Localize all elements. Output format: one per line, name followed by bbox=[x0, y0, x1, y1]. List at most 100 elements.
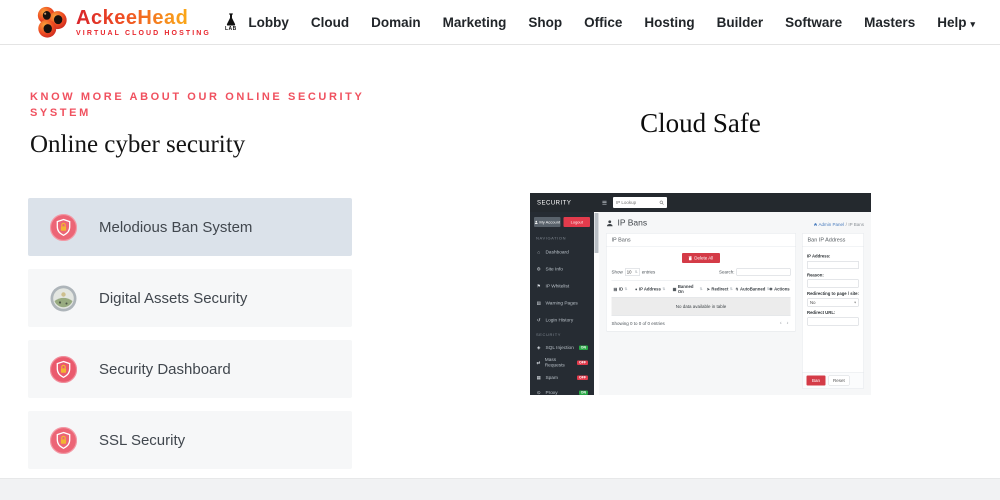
page-length-select[interactable]: 10 ⇅ bbox=[625, 268, 640, 276]
list-icon: ▤ bbox=[614, 287, 618, 292]
menu-icon[interactable]: ≡ bbox=[602, 198, 607, 207]
brand-name: AckeeHead bbox=[76, 8, 211, 28]
pagination-prev[interactable]: ‹ bbox=[780, 321, 782, 327]
nav-item-masters[interactable]: Masters bbox=[864, 15, 915, 30]
sidebar-item-sql-injection[interactable]: ◈ SQL Injection ON bbox=[530, 340, 594, 355]
sidebar-item-warning-pages[interactable]: ▤ Warning Pages bbox=[530, 295, 594, 312]
feature-item-melodious-ban-system[interactable]: Melodious Ban System bbox=[28, 198, 352, 256]
nav-item-help[interactable]: Help▾ bbox=[937, 15, 975, 30]
nav-item-builder[interactable]: Builder bbox=[717, 15, 764, 30]
pagination-next[interactable]: › bbox=[787, 321, 789, 327]
brand-tagline: VIRTUAL CLOUD HOSTING bbox=[76, 30, 211, 37]
show-label: Show bbox=[612, 270, 623, 275]
sort-icon: ⇅ bbox=[662, 287, 665, 291]
reset-button[interactable]: Reset bbox=[829, 376, 850, 386]
arrows-icon: ⇄ bbox=[536, 360, 541, 366]
ban-ip-card: Ban IP Address IP Address: Reason: Redir… bbox=[802, 233, 864, 389]
nav-item-lobby[interactable]: Lobby bbox=[248, 15, 289, 30]
delete-all-button[interactable]: Delete All bbox=[682, 253, 720, 263]
nav-item-shop[interactable]: Shop bbox=[528, 15, 562, 30]
table-controls: Show 10 ⇅ entries Search: bbox=[612, 268, 791, 276]
table-footer: Showing 0 to 0 of 0 entries ‹ › bbox=[612, 316, 791, 326]
sort-icon: ⇅ bbox=[625, 287, 628, 291]
search-icon[interactable] bbox=[659, 200, 664, 205]
feature-item-security-dashboard[interactable]: Security Dashboard bbox=[28, 340, 352, 398]
my-account-label: My Account bbox=[539, 220, 560, 225]
dashboard-screenshot: SECURITY ≡ My Acco bbox=[530, 193, 871, 395]
column-header-actions[interactable]: ✱Actions bbox=[767, 281, 790, 297]
next-section-edge bbox=[0, 478, 1000, 500]
brand-logo[interactable]: AckeeHead VIRTUAL CLOUD HOSTING bbox=[35, 5, 211, 39]
brand-text: AckeeHead VIRTUAL CLOUD HOSTING bbox=[76, 8, 211, 37]
my-account-button[interactable]: My Account bbox=[534, 217, 561, 227]
ip-address-field[interactable] bbox=[807, 261, 859, 269]
ban-button[interactable]: Ban bbox=[807, 376, 826, 386]
sidebar-item-label: Warning Pages bbox=[546, 300, 578, 306]
breadcrumb-admin-panel[interactable]: Admin Panel bbox=[814, 222, 845, 227]
lab-flask-icon[interactable]: LAB bbox=[225, 13, 237, 32]
flask-icon bbox=[226, 13, 236, 26]
feature-item-digital-assets-security[interactable]: Digital Assets Security bbox=[28, 269, 352, 327]
nav-item-marketing[interactable]: Marketing bbox=[443, 15, 507, 30]
feature-label: SSL Security bbox=[99, 432, 185, 449]
breadcrumb-current: IP Bans bbox=[848, 222, 864, 227]
redirect-url-label: Redirect URL: bbox=[807, 310, 859, 315]
ackee-fruit-icon bbox=[35, 5, 69, 39]
ip-bans-card-body: Delete All Show 10 ⇅ bbox=[607, 247, 796, 331]
sidebar-item-spam[interactable]: ▦ Spam OFF bbox=[530, 370, 594, 385]
nav-item-hosting[interactable]: Hosting bbox=[644, 15, 694, 30]
feature-label: Security Dashboard bbox=[99, 361, 231, 378]
home-icon: ⌂ bbox=[536, 250, 542, 255]
preview-title: Cloud Safe bbox=[530, 108, 871, 139]
column-header-banned-on[interactable]: ▦Banned On⇅ bbox=[671, 281, 705, 297]
table-search-input[interactable] bbox=[737, 268, 791, 276]
file-icon: ▤ bbox=[536, 300, 542, 306]
breadcrumb: Admin Panel / IP Bans bbox=[814, 222, 864, 228]
ip-lookup-input[interactable] bbox=[616, 200, 660, 205]
sidebar-item-ip-whitelist[interactable]: ⚑ IP Whitelist bbox=[530, 278, 594, 295]
table-empty-message: No data available in table bbox=[612, 298, 791, 317]
table-info-text: Showing 0 to 0 of 0 entries bbox=[612, 321, 665, 326]
column-header-autobanned[interactable]: ↯AutoBanned⇅ bbox=[733, 281, 767, 297]
column-header-redirect[interactable]: ➤Redirect⇅ bbox=[705, 281, 734, 297]
main-nav: Lobby Cloud Domain Marketing Shop Office… bbox=[248, 15, 975, 30]
sidebar-item-label: Login History bbox=[546, 317, 574, 323]
nav-item-domain[interactable]: Domain bbox=[371, 15, 421, 30]
scrollbar-thumb[interactable] bbox=[595, 213, 599, 253]
feature-item-ssl-security[interactable]: SSL Security bbox=[28, 411, 352, 469]
dash-sidebar: My Account Logout NAVIGATION ⌂ Dashboard… bbox=[530, 212, 594, 395]
dash-cards: IP Bans Delete All bbox=[599, 233, 871, 389]
sidebar-item-login-history[interactable]: ↺ Login History bbox=[530, 312, 594, 329]
bolt-icon: ↯ bbox=[735, 287, 738, 292]
sidebar-item-mass-requests[interactable]: ⇄ Mass Requests OFF bbox=[530, 355, 594, 370]
target-icon: ⊙ bbox=[536, 390, 542, 395]
logout-button[interactable]: Logout bbox=[564, 217, 591, 227]
ban-ip-card-title: Ban IP Address bbox=[803, 234, 864, 248]
sidebar-item-dashboard[interactable]: ⌂ Dashboard bbox=[530, 244, 594, 261]
ip-bans-card: IP Bans Delete All bbox=[606, 233, 796, 332]
sidebar-security-label: SECURITY bbox=[530, 329, 594, 341]
search-label: Search: bbox=[719, 270, 735, 275]
ip-bans-card-title: IP Bans bbox=[607, 234, 796, 248]
gear-icon: ⚙ bbox=[536, 266, 542, 272]
feature-label: Melodious Ban System bbox=[99, 219, 252, 236]
redirect-url-field[interactable] bbox=[807, 317, 859, 325]
nav-item-office[interactable]: Office bbox=[584, 15, 622, 30]
nav-item-software[interactable]: Software bbox=[785, 15, 842, 30]
sidebar-item-site-info[interactable]: ⚙ Site Info bbox=[530, 261, 594, 278]
sort-icon: ⇅ bbox=[700, 287, 703, 291]
reason-field[interactable] bbox=[807, 280, 859, 288]
pagination: ‹ › bbox=[780, 321, 791, 327]
sidebar-item-label: Proxy bbox=[546, 390, 558, 395]
nav-item-cloud[interactable]: Cloud bbox=[311, 15, 349, 30]
trash-icon bbox=[689, 256, 693, 261]
dash-sidebar-buttons: My Account Logout bbox=[530, 212, 594, 232]
column-header-ip-address[interactable]: ●IP Address⇅ bbox=[633, 281, 671, 297]
column-header-id[interactable]: ▤ID⇅ bbox=[612, 281, 633, 297]
ip-address-label: IP Address: bbox=[807, 254, 859, 259]
entries-label: entries bbox=[642, 270, 656, 275]
nav-help-label: Help bbox=[937, 15, 966, 30]
redirect-toggle-select[interactable]: No ▾ bbox=[807, 298, 859, 306]
dash-brand: SECURITY bbox=[530, 199, 594, 206]
sidebar-item-proxy[interactable]: ⊙ Proxy ON bbox=[530, 385, 594, 395]
